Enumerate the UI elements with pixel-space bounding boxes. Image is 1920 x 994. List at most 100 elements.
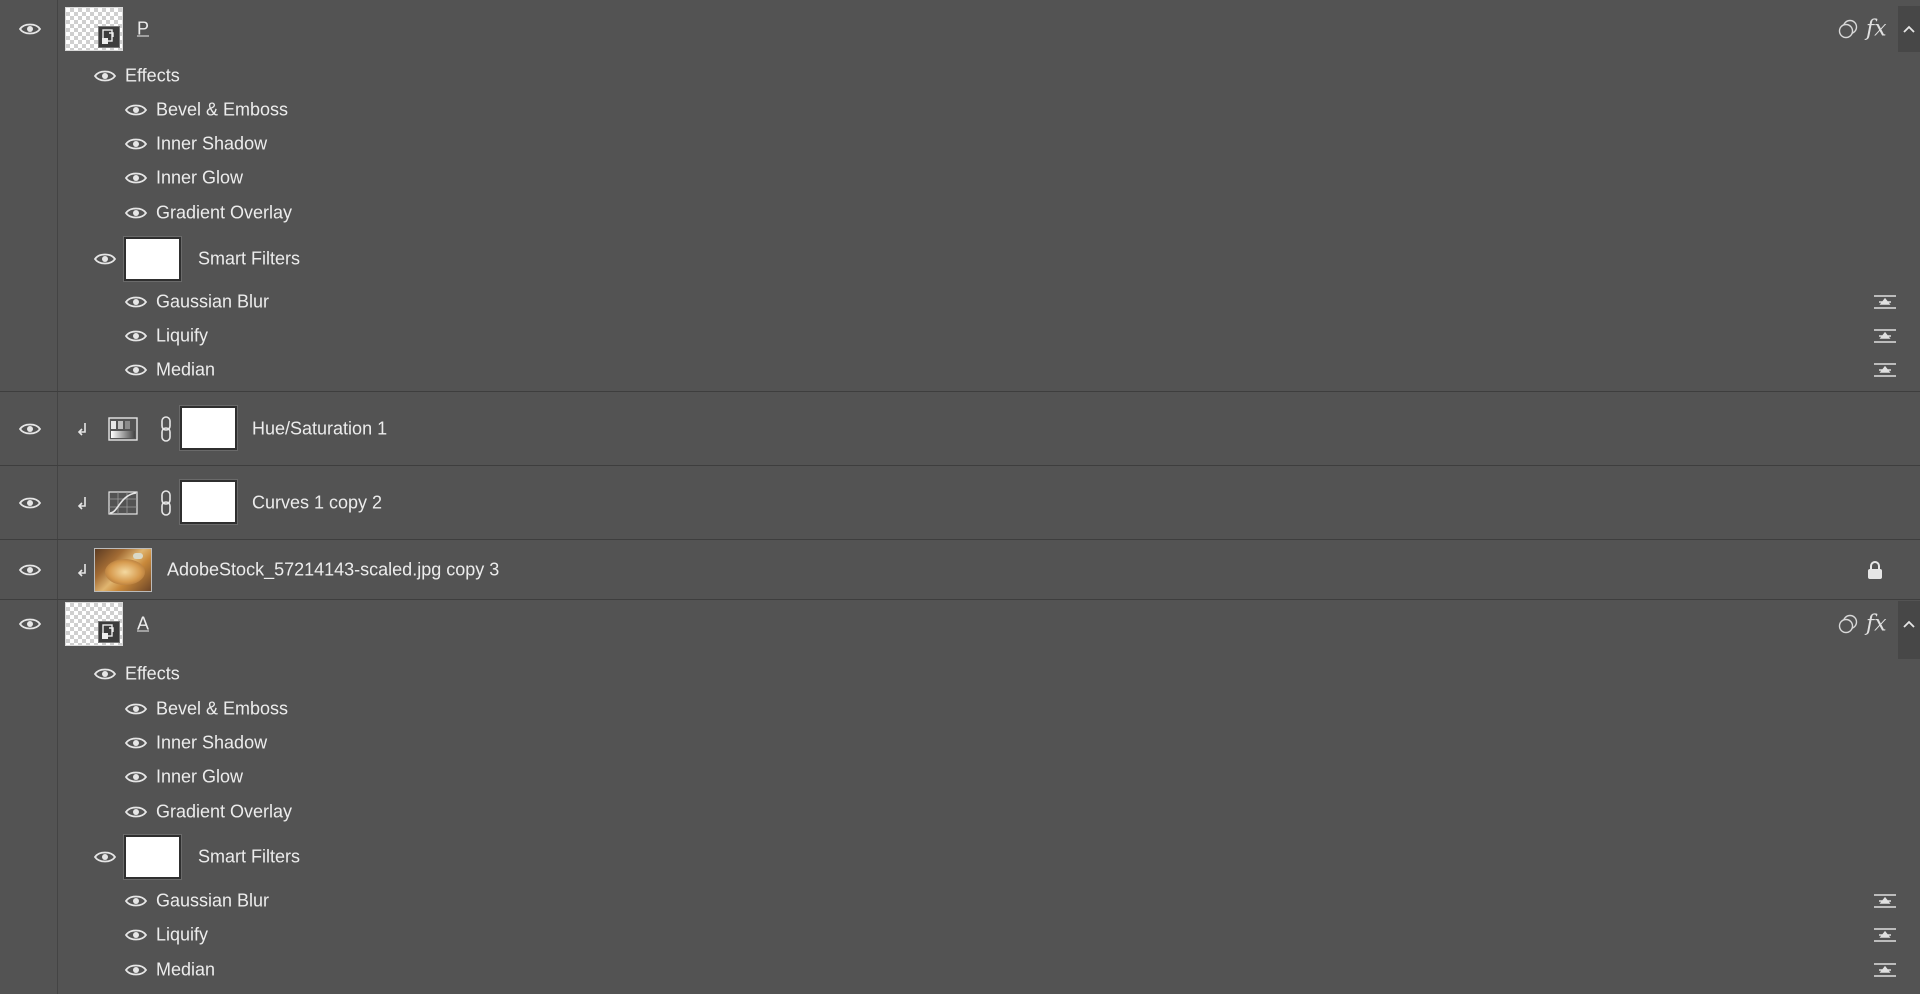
- effects-row[interactable]: Effects: [0, 59, 1920, 93]
- filter-blending-options-icon[interactable]: [1872, 327, 1898, 345]
- link-icon[interactable]: [158, 415, 174, 443]
- eye-icon[interactable]: [94, 69, 116, 83]
- eye-icon[interactable]: [125, 206, 147, 220]
- layer-thumbnail[interactable]: [94, 548, 152, 592]
- filter-row[interactable]: Median: [0, 953, 1920, 987]
- eye-icon[interactable]: [125, 702, 147, 716]
- effect-label: Inner Shadow: [156, 732, 268, 753]
- filter-label: Liquify: [156, 924, 209, 945]
- eye-icon[interactable]: [125, 963, 147, 977]
- chevron-up-icon[interactable]: [1898, 6, 1920, 52]
- lock-icon[interactable]: [1866, 559, 1884, 581]
- eye-icon[interactable]: [125, 736, 147, 750]
- curves-adjustment-icon[interactable]: [108, 491, 138, 515]
- eye-icon[interactable]: [19, 496, 41, 510]
- layer-curves[interactable]: Curves 1 copy 2: [0, 467, 1920, 540]
- layer-name[interactable]: P: [137, 19, 149, 40]
- fx-icon[interactable]: fx: [1866, 612, 1887, 637]
- eye-icon[interactable]: [125, 770, 147, 784]
- layers-panel: P fx Effects Bevel & Emboss Inner Shadow: [0, 0, 1920, 994]
- eye-icon[interactable]: [19, 563, 41, 577]
- filter-blending-options-icon[interactable]: [1872, 892, 1898, 910]
- smart-filter-mask-thumbnail[interactable]: [123, 834, 182, 880]
- layer-name[interactable]: AdobeStock_57214143-scaled.jpg copy 3: [167, 560, 499, 581]
- filter-row[interactable]: Gaussian Blur: [0, 285, 1920, 319]
- eye-icon[interactable]: [19, 22, 41, 36]
- effect-row[interactable]: Gradient Overlay: [0, 196, 1920, 230]
- layer-name[interactable]: Curves 1 copy 2: [252, 493, 382, 514]
- eye-icon[interactable]: [125, 171, 147, 185]
- effect-label: Bevel & Emboss: [156, 698, 289, 719]
- filter-blending-options-icon[interactable]: [1872, 293, 1898, 311]
- smart-filters-label: Smart Filters: [198, 248, 301, 269]
- effect-row[interactable]: Inner Shadow: [0, 726, 1920, 760]
- collapse-tab[interactable]: [1898, 6, 1920, 52]
- blend-interior-icon[interactable]: [1838, 19, 1860, 39]
- filter-row[interactable]: Median: [0, 353, 1920, 387]
- smart-filter-mask-thumbnail[interactable]: [123, 236, 182, 282]
- effects-row[interactable]: Effects: [0, 657, 1920, 691]
- eye-icon[interactable]: [94, 850, 116, 864]
- eye-icon[interactable]: [125, 928, 147, 942]
- filter-label: Median: [156, 359, 216, 380]
- eye-icon[interactable]: [19, 422, 41, 436]
- eye-icon[interactable]: [19, 617, 41, 631]
- filter-label: Median: [156, 959, 216, 980]
- effect-row[interactable]: Inner Glow: [0, 760, 1920, 794]
- hue-saturation-adjustment-icon[interactable]: [108, 417, 138, 441]
- effect-label: Inner Glow: [156, 766, 244, 787]
- effects-label: Effects: [125, 65, 180, 86]
- filter-row[interactable]: Liquify: [0, 918, 1920, 952]
- clipping-mask-icon: [76, 562, 90, 578]
- filter-blending-options-icon[interactable]: [1872, 961, 1898, 979]
- eye-icon[interactable]: [125, 295, 147, 309]
- effect-label: Inner Shadow: [156, 133, 268, 154]
- smart-filters-label: Smart Filters: [198, 846, 301, 867]
- eye-icon[interactable]: [125, 805, 147, 819]
- layer-p[interactable]: P fx Effects Bevel & Emboss Inner Shadow: [0, 0, 1920, 392]
- smart-object-icon: [98, 621, 120, 643]
- layer-name[interactable]: Hue/Saturation 1: [252, 419, 387, 440]
- layer-mask-thumbnail[interactable]: [179, 405, 238, 451]
- effect-row[interactable]: Gradient Overlay: [0, 795, 1920, 829]
- layer-mask-thumbnail[interactable]: [179, 479, 238, 525]
- smart-filters-row[interactable]: Smart Filters: [0, 236, 1920, 282]
- layer-thumbnail[interactable]: [65, 602, 123, 646]
- smart-filters-row[interactable]: Smart Filters: [0, 834, 1920, 880]
- effect-row[interactable]: Inner Glow: [0, 161, 1920, 195]
- layer-hue-saturation[interactable]: Hue/Saturation 1: [0, 393, 1920, 466]
- effect-label: Bevel & Emboss: [156, 99, 289, 120]
- layer-photo[interactable]: AdobeStock_57214143-scaled.jpg copy 3: [0, 541, 1920, 600]
- fx-icon[interactable]: fx: [1866, 17, 1887, 42]
- eye-icon[interactable]: [125, 103, 147, 117]
- layer-header[interactable]: A fx: [0, 601, 1920, 659]
- effect-row[interactable]: Bevel & Emboss: [0, 93, 1920, 127]
- eye-icon[interactable]: [125, 137, 147, 151]
- layer-header[interactable]: P fx: [0, 6, 1920, 52]
- layer-a[interactable]: A fx Effects Bevel & Emboss Inner Shadow…: [0, 601, 1920, 994]
- filter-blending-options-icon[interactable]: [1872, 926, 1898, 944]
- eye-icon[interactable]: [94, 252, 116, 266]
- effect-label: Gradient Overlay: [156, 801, 293, 822]
- eye-icon[interactable]: [125, 894, 147, 908]
- eye-icon[interactable]: [94, 667, 116, 681]
- eye-icon[interactable]: [125, 329, 147, 343]
- layer-thumbnail[interactable]: [65, 7, 123, 51]
- eye-icon[interactable]: [125, 363, 147, 377]
- link-icon[interactable]: [158, 489, 174, 517]
- effects-label: Effects: [125, 663, 180, 684]
- filter-label: Gaussian Blur: [156, 890, 270, 911]
- blend-interior-icon[interactable]: [1838, 614, 1860, 634]
- effect-row[interactable]: Inner Shadow: [0, 127, 1920, 161]
- filter-row[interactable]: Gaussian Blur: [0, 884, 1920, 918]
- filter-row[interactable]: Liquify: [0, 319, 1920, 353]
- chevron-up-icon[interactable]: [1898, 601, 1920, 647]
- layer-name[interactable]: A: [137, 614, 149, 635]
- effect-label: Gradient Overlay: [156, 202, 293, 223]
- collapse-tab[interactable]: [1898, 601, 1920, 659]
- filter-label: Gaussian Blur: [156, 291, 270, 312]
- filter-label: Liquify: [156, 325, 209, 346]
- effect-label: Inner Glow: [156, 167, 244, 188]
- filter-blending-options-icon[interactable]: [1872, 361, 1898, 379]
- effect-row[interactable]: Bevel & Emboss: [0, 692, 1920, 726]
